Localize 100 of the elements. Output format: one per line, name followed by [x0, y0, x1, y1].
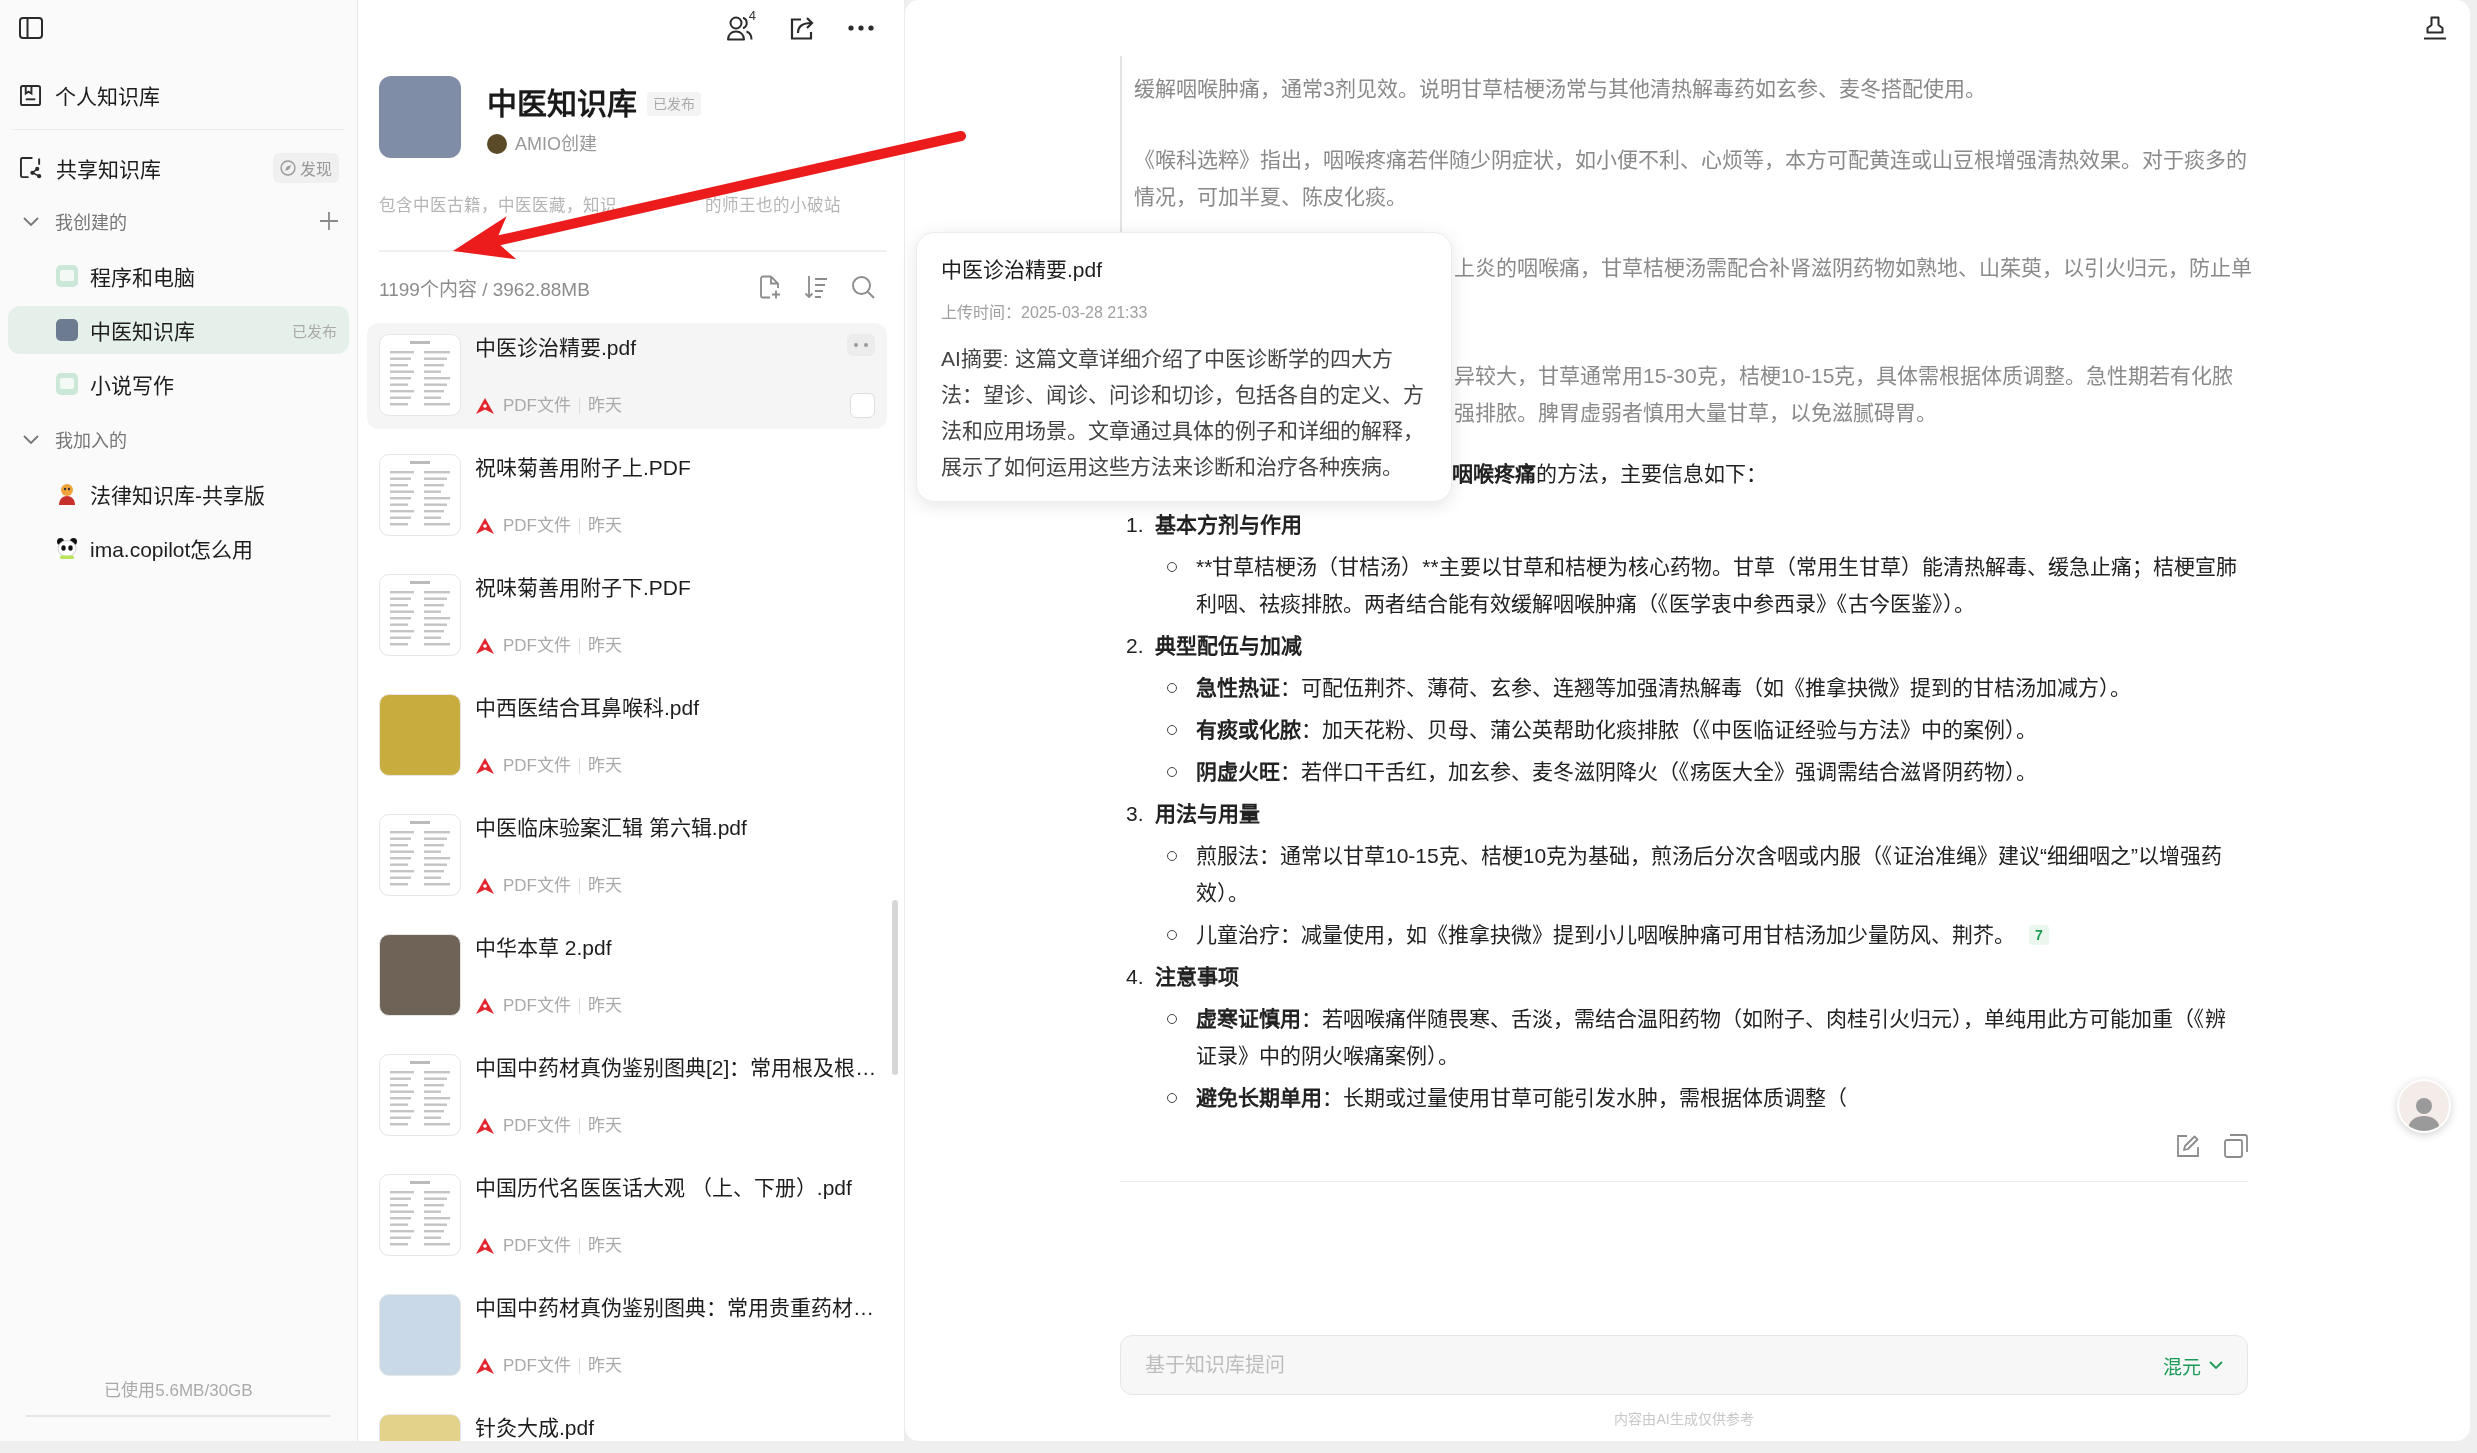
file-item[interactable]: 中医诊治精要.pdf PDF文件 昨天	[367, 323, 887, 429]
file-item[interactable]: 针灸大成.pdf	[367, 1403, 887, 1441]
pdf-icon	[475, 877, 495, 895]
ai-summary: AI摘要: 这篇文章详细介绍了中医诊断学的四大方法：望诊、闻诊、问诊和切诊，包括各自的定义、方法和应用场景。文章通过具体的例子和详细的解释，展示了如何运用这些方法来诊断和治疗各种疾病。	[941, 346, 1425, 480]
status-label: 已发布	[292, 321, 337, 341]
file-type: PDF文件	[503, 1235, 571, 1257]
member-count: 4	[748, 9, 756, 22]
add-icon[interactable]	[319, 211, 339, 231]
bookmark-icon	[20, 84, 41, 106]
pdf-icon	[475, 1117, 495, 1135]
upload-date: 昨天	[588, 995, 622, 1017]
file-item[interactable]: 中国中药材真伪鉴别图典：常用贵重药材… PDF文件 昨天	[367, 1283, 887, 1389]
file-type: PDF文件	[503, 515, 571, 537]
file-item[interactable]: 中国历代名医医话大观 （上、下册）.pdf PDF文件 昨天	[367, 1163, 887, 1269]
file-name: 中华本草 2.pdf	[475, 935, 613, 961]
list-item-text: 虚寒证慎用：若咽喉痛伴随畏寒、舌淡，需结合温阳药物（如附子、肉桂引火归元），单纯用此方可能加重（《辨证录》中的阴火喉痛案例）。	[1196, 1007, 2226, 1067]
upload-date: 昨天	[588, 1235, 622, 1257]
more-icon	[854, 343, 868, 347]
sidebar-item[interactable]: 法律知识库-共享版	[8, 470, 349, 518]
section-toggle[interactable]: 我创建的	[23, 208, 127, 234]
file-type: PDF文件	[503, 635, 571, 657]
creator-name: AMIO创建	[515, 133, 597, 156]
search-icon[interactable]	[851, 275, 875, 299]
section-toggle[interactable]: 我加入的	[23, 426, 127, 452]
file-type: PDF文件	[503, 395, 571, 417]
more-icon[interactable]	[848, 25, 874, 31]
file-item[interactable]: 中西医结合耳鼻喉科.pdf PDF文件 昨天	[367, 683, 887, 789]
sidebar-item[interactable]: ima.copilot怎么用	[8, 524, 349, 572]
file-name: 中国历代名医医话大观 （上、下册）.pdf	[475, 1175, 853, 1201]
list-number: 3.	[1126, 801, 1145, 827]
upload-date: 昨天	[588, 395, 622, 417]
pdf-icon	[475, 997, 495, 1015]
more-button[interactable]	[847, 334, 875, 356]
sidebar-item[interactable]: 小说写作	[8, 360, 349, 408]
nav-item[interactable]: 个人知识库	[8, 70, 349, 120]
file-name: 中国中药材真伪鉴别图典[2]：常用根及根…	[475, 1055, 875, 1081]
avatar-icon[interactable]	[2397, 1079, 2451, 1133]
list-item-text: 避免长期单用：长期或过量使用甘草可能引发水肿，需根据体质调整（	[1196, 1086, 1847, 1109]
file-name: 祝味菊善用附子上.PDF	[475, 455, 692, 481]
list-heading: 注意事项	[1155, 964, 1239, 990]
list-heading: 典型配伍与加减	[1155, 633, 1302, 659]
file-item[interactable]: 中华本草 2.pdf PDF文件 昨天	[367, 923, 887, 1029]
list-item-text: 有痰或化脓：加天花粉、贝母、蒲公英帮助化痰排脓（《中医临证经验与方法》中的案例）。	[1196, 718, 2037, 741]
file-item[interactable]: 中医临床验案汇辑 第六辑.pdf PDF文件 昨天	[367, 803, 887, 909]
panda-icon	[56, 537, 78, 559]
file-name: 祝味菊善用附子下.PDF	[475, 575, 692, 601]
file-type: PDF文件	[503, 875, 571, 897]
chevron-down-icon	[2209, 1361, 2223, 1369]
sidebar-toggle-icon[interactable]	[19, 17, 43, 39]
list-heading: 用法与用量	[1155, 801, 1260, 827]
list-number: 4.	[1126, 964, 1145, 990]
pdf-icon	[475, 757, 495, 775]
list-item-text: **甘草桔梗汤（甘桔汤）**主要以甘草和桔梗为核心药物。甘草（常用生甘草）能清热解毒、缓急止痛；桔梗宣肺利咽、祛痰排脓。两者结合能有效缓解咽喉肿痛（《医学衷中参西录》《古今医鉴》）。	[1196, 555, 2237, 615]
nav-item[interactable]: 共享知识库 发现	[8, 143, 349, 193]
file-name: 针灸大成.pdf	[475, 1415, 596, 1441]
quote-text: 强排脓。脾胃虚弱者慎用大量甘草，以免滋腻碍胃。	[1454, 400, 1938, 426]
compass-icon	[280, 160, 296, 176]
quote-text: 缓解咽喉肿痛，通常3剂见效。说明甘草桔梗汤常与其他清热解毒药如玄参、麦冬搭配使用。	[1134, 76, 1987, 102]
file-name: 中医诊治精要.pdf	[475, 335, 638, 361]
file-type: PDF文件	[503, 755, 571, 777]
checkbox[interactable]	[850, 393, 875, 418]
file-type: PDF文件	[503, 1355, 571, 1377]
pdf-icon	[475, 1357, 495, 1375]
sort-icon[interactable]	[804, 275, 828, 299]
popup-title: 中医诊治精要.pdf	[941, 257, 1104, 283]
notebook-icon	[56, 265, 78, 287]
answer-text: 咽喉疼痛的方法，主要信息如下：	[1452, 462, 1767, 485]
upload-date: 昨天	[588, 635, 622, 657]
list-item-text: 儿童治疗：减量使用，如《推拿抉微》提到小儿咽喉肿痛可用甘桔汤加少量防风、荆芥。	[1196, 923, 2015, 946]
stamp-icon[interactable]	[2422, 16, 2448, 40]
library-description: 的师王也的小破站	[705, 195, 841, 216]
edit-icon[interactable]	[2176, 1134, 2200, 1158]
storage-usage: 已使用5.6MB/30GB	[104, 1380, 253, 1402]
file-type: PDF文件	[503, 1115, 571, 1137]
quote-text: 《喉科选粹》指出，咽喉疼痛若伴随少阴症状，如小便不利、心烦等，本方可配黄连或山豆根增强清热效果。对于痰多的情况，可加半夏、陈皮化痰。	[1134, 147, 2248, 210]
copy-icon[interactable]	[2224, 1134, 2248, 1158]
file-item[interactable]: 祝味菊善用附子下.PDF PDF文件 昨天	[367, 563, 887, 669]
file-item[interactable]: 祝味菊善用附子上.PDF PDF文件 昨天	[367, 443, 887, 549]
avatar-icon	[487, 134, 507, 154]
list-item-text: 阴虚火旺：若伴口干舌红，加玄参、麦冬滋阴降火（《疡医大全》强调需结合滋肾阴药物）。	[1196, 760, 2037, 783]
list-item-text: 急性热证：可配伍荆芥、薄荷、玄参、连翘等加强清热解毒（如《推拿抉微》提到的甘桔汤加减方）。	[1196, 676, 2131, 699]
content-stats: 1199个内容 / 3962.88MB	[379, 277, 590, 301]
upload-date: 昨天	[588, 755, 622, 777]
file-name: 中国中药材真伪鉴别图典：常用贵重药材…	[475, 1295, 875, 1321]
upload-date: 昨天	[588, 1115, 622, 1137]
share-icon[interactable]	[790, 16, 814, 40]
list-item-text: 煎服法：通常以甘草10-15克、桔梗10克为基础，煎汤后分次含咽或内服（《证治准绳》建议“细细咽之”以增强药效）。	[1196, 844, 2223, 904]
library-title: 中医知识库	[487, 86, 637, 122]
file-name: 中西医结合耳鼻喉科.pdf	[475, 695, 701, 721]
add-file-icon[interactable]	[758, 275, 781, 299]
scrollbar[interactable]	[892, 900, 898, 1075]
list-number: 2.	[1126, 633, 1145, 659]
sidebar-item[interactable]: 中医知识库 已发布	[8, 306, 349, 354]
file-item[interactable]: 中国中药材真伪鉴别图典[2]：常用根及根… PDF文件 昨天	[367, 1043, 887, 1149]
sidebar-item[interactable]: 程序和电脑	[8, 252, 349, 300]
status-badge: 已发布	[647, 92, 701, 116]
upload-date: 昨天	[588, 875, 622, 897]
share-nodes-icon	[20, 157, 42, 179]
pdf-icon	[475, 1237, 495, 1255]
upload-time: 上传时间：2025-03-28 21:33	[941, 303, 1149, 323]
